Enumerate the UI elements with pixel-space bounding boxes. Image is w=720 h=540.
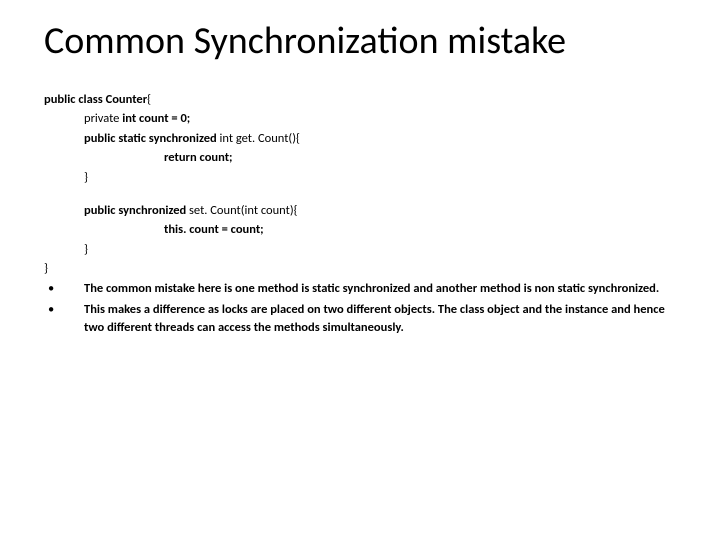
code-text: } xyxy=(84,170,88,185)
bullet-icon: • xyxy=(44,301,84,337)
code-text: } xyxy=(44,261,48,276)
code-line: } xyxy=(44,240,676,259)
slide: Common Synchronization mistake public cl… xyxy=(0,0,720,540)
blank-line xyxy=(44,187,676,201)
code-text: int get. Count(){ xyxy=(220,131,300,146)
code-line: private int count = 0; xyxy=(44,109,676,128)
code-line: return count; xyxy=(44,148,676,167)
code-line: public class Counter{ xyxy=(44,90,676,109)
bullet-list: • The common mistake here is one method … xyxy=(44,280,676,336)
code-text: { xyxy=(147,92,151,107)
code-text: public synchronized xyxy=(84,203,189,218)
code-line: this. count = count; xyxy=(44,220,676,239)
code-line: } xyxy=(44,259,676,278)
bullet-text: The common mistake here is one method is… xyxy=(84,280,676,298)
code-block: public class Counter{ private int count … xyxy=(44,90,676,278)
code-text: return count; xyxy=(164,150,233,165)
code-line: public static synchronized int get. Coun… xyxy=(44,129,676,148)
code-text: public class Counter xyxy=(44,92,147,107)
code-text: set. Count(int count){ xyxy=(189,203,298,218)
bullet-text: This makes a difference as locks are pla… xyxy=(84,301,676,337)
code-text: int count = 0; xyxy=(122,111,190,126)
code-text: } xyxy=(84,242,88,257)
list-item: • This makes a difference as locks are p… xyxy=(44,301,676,337)
code-line: public synchronized set. Count(int count… xyxy=(44,201,676,220)
bullet-icon: • xyxy=(44,280,84,298)
list-item: • The common mistake here is one method … xyxy=(44,280,676,298)
code-text: private xyxy=(84,111,122,126)
code-line: } xyxy=(44,168,676,187)
code-text: public static synchronized xyxy=(84,131,220,146)
slide-title: Common Synchronization mistake xyxy=(44,18,676,64)
code-text: this. count = count; xyxy=(164,222,264,237)
